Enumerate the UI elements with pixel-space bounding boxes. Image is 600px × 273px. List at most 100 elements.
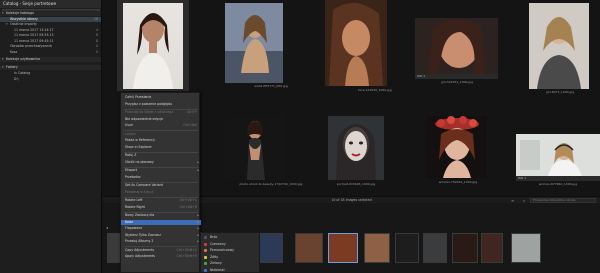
menu-item[interactable]: Rotate Right Ctrl+Alt+R xyxy=(121,205,201,210)
photo-thumbnail[interactable] xyxy=(225,114,283,180)
color-label-item[interactable]: Zielony xyxy=(201,261,261,266)
item-count: 8 xyxy=(95,38,98,43)
submenu-arrow-icon: ▸ xyxy=(197,159,199,164)
sidebar-item[interactable]: Kosz 0 xyxy=(0,49,101,55)
file-name: woman-752234_1000.jpg xyxy=(438,180,478,184)
menu-item-label: Nowy Zastosuj dla xyxy=(125,213,155,217)
color-label-item[interactable]: Żółty xyxy=(201,255,261,260)
menu-item[interactable]: Wybierz Tylko Zaznacz ▸ xyxy=(121,233,201,238)
file-name: woman-877660_1000.jpg xyxy=(538,182,578,186)
menu-item[interactable]: Locate xyxy=(121,132,201,137)
sidebar-item-label: 11 marca 2017 13:24:17 xyxy=(14,27,54,32)
menu-item[interactable]: Pokaż w Referencji xyxy=(121,138,201,143)
menu-item[interactable]: Przetwórz xyxy=(121,175,201,180)
sidebar-item[interactable]: Obrazów przechowywania 0 xyxy=(0,44,101,49)
sidebar-item[interactable]: In Catalog xyxy=(0,71,101,76)
sidebar-item-label: Kolekcje katalogu xyxy=(6,11,35,15)
menu-item[interactable]: Rotate Left Ctrl+Alt+L xyxy=(121,198,201,203)
filmstrip-thumb[interactable] xyxy=(259,233,283,263)
filmstrip-thumb[interactable] xyxy=(295,233,323,263)
filmstrip-thumb[interactable] xyxy=(395,233,419,263)
grid-cell[interactable]: photo-shoot-to-beauty-1742744_1000.jpg xyxy=(221,110,321,208)
menu-item[interactable]: Nie odpowiednie edycje xyxy=(121,117,201,122)
grid-cell[interactable]: face-124930_1000.jpg xyxy=(325,0,425,98)
menu-item-label: Rotuj Z xyxy=(125,153,137,157)
sidebar-item-label: D:\ xyxy=(14,76,19,81)
menu-item-label: Przypisz z poziomie podglądu xyxy=(125,101,173,106)
photo-thumbnail[interactable] xyxy=(325,0,387,86)
submenu-arrow-icon: ▸ xyxy=(197,232,199,237)
sidebar-item-label: Ostatnie importy xyxy=(10,22,37,26)
sidebar-item-label: 11 marca 2017 09:53:13 xyxy=(14,33,54,37)
menu-item[interactable]: Rotuj Z xyxy=(121,153,201,158)
menu-shortcut: Ctrl+Shift+C xyxy=(176,247,197,252)
color-label-text: Czerwony xyxy=(210,241,226,246)
color-label-item[interactable]: Pomarańczowy xyxy=(201,248,261,253)
sidebar-item[interactable]: D:\ xyxy=(0,76,101,82)
menu-item[interactable]: Set As Compare Variant xyxy=(121,183,201,188)
menu-item-label: Nie odpowiednie edycje xyxy=(125,116,164,121)
sidebar-item[interactable]: 11 marca 2017 13:24:17 4 xyxy=(0,27,101,33)
sidebar-item[interactable]: ▾ Ostatnie importy xyxy=(0,22,101,27)
filmstrip-thumb[interactable] xyxy=(481,233,503,263)
grid-cell[interactable]: ISO 1 girl-529331_1000.jpg xyxy=(414,18,500,116)
menu-item[interactable]: Show in Explorer xyxy=(121,145,201,150)
grid-cell[interactable]: woman-752234_1000.jpg xyxy=(425,110,525,208)
filmstrip-thumb[interactable] xyxy=(364,233,390,263)
menu-item[interactable]: Cofnij Przesłanie xyxy=(121,95,201,100)
sidebar-item[interactable]: ▾ Foldery xyxy=(0,65,101,70)
sidebar-item[interactable]: 11 marca 2017 09:53:13 6 xyxy=(0,33,101,38)
menu-item[interactable]: Apply Adjustments Ctrl+Shift+V xyxy=(121,254,201,259)
menu-item-label: Usuń xyxy=(125,123,134,127)
menu-item[interactable]: Przypisz z poziomie podglądu xyxy=(121,102,201,107)
sidebar-item[interactable]: ▾ Kolekcje użytkownika xyxy=(0,57,101,62)
filmstrip-thumb[interactable] xyxy=(328,233,358,263)
menu-item[interactable]: Porównaj w Edycji xyxy=(121,190,201,195)
grid-cell[interactable]: girl-6073_1000.jpg xyxy=(527,0,600,98)
color-swatch-icon xyxy=(204,262,207,265)
sidebar-item[interactable]: 11 marca 2017 09:45:11 8 xyxy=(0,38,101,44)
menu-item[interactable]: Usuń Ctrl+Del xyxy=(121,123,201,128)
filmstrip-thumb[interactable] xyxy=(423,233,447,263)
menu-item[interactable]: Kolor ▸ xyxy=(121,219,201,225)
menu-item-label: Set As Compare Variant xyxy=(125,183,163,187)
sidebar-item[interactable]: Wszystkie obrazy 18 xyxy=(0,16,101,22)
menu-item[interactable]: Copy Adjustments Ctrl+Shift+C xyxy=(121,248,201,253)
grid-cell[interactable] xyxy=(117,0,189,91)
photo-thumbnail[interactable] xyxy=(328,116,384,180)
color-swatch-icon xyxy=(204,268,207,272)
sidebar-item-label: Kolekcje użytkownika xyxy=(6,57,40,61)
menu-item[interactable]: Przesłuj Albumy 2 ▸ xyxy=(121,239,201,244)
photo-thumbnail[interactable] xyxy=(123,3,183,89)
color-label-item[interactable]: Czerwony xyxy=(201,242,261,247)
photo-thumbnail[interactable] xyxy=(427,116,487,178)
filmstrip-thumb[interactable] xyxy=(452,233,478,263)
photo-thumbnail[interactable] xyxy=(529,3,589,89)
file-name: face-124930_1000.jpg xyxy=(358,88,392,92)
grid-cell[interactable]: portrait-615926_1000.jpg xyxy=(325,110,425,208)
menu-item[interactable]: Przenieś do folderu roboczego Ctrl+F xyxy=(121,110,201,115)
color-swatch-icon xyxy=(204,236,207,239)
menu-item-label: Locate xyxy=(125,131,136,136)
color-label-item[interactable]: Niebieski xyxy=(201,268,261,273)
menu-item-label: Eksport xyxy=(125,168,138,172)
menu-item[interactable]: Eksport ▸ xyxy=(121,168,201,173)
menu-item-label: Flagowane xyxy=(125,226,143,230)
grid-cell[interactable]: woda PH5771_000.jpg xyxy=(221,0,321,98)
item-count: 0 xyxy=(95,49,98,54)
sidebar-item-label: In Catalog xyxy=(14,71,31,75)
menu-item[interactable]: Flagowane ▸ xyxy=(121,226,201,231)
photo-thumbnail[interactable] xyxy=(516,134,600,176)
color-submenu: Brak Czerwony Pomarańczowy Żółty Zielony Nieb… xyxy=(200,232,260,273)
photo-thumbnail[interactable] xyxy=(225,3,283,83)
sidebar-item[interactable]: ▾ Kolekcje katalogu xyxy=(0,11,101,16)
menu-item[interactable]: Obróć na pionowy ▸ xyxy=(121,160,201,165)
color-label-item[interactable]: Brak xyxy=(201,235,261,240)
color-swatch-icon xyxy=(204,242,207,246)
photo-thumbnail[interactable] xyxy=(415,18,498,74)
scroll-left-icon[interactable]: ◂ xyxy=(106,225,108,230)
filmstrip-thumb[interactable] xyxy=(511,233,541,263)
submenu-arrow-icon: ▸ xyxy=(197,213,199,217)
file-name: woda PH5771_000.jpg xyxy=(254,84,288,88)
menu-item[interactable]: Nowy Zastosuj dla ▸ xyxy=(121,213,201,218)
